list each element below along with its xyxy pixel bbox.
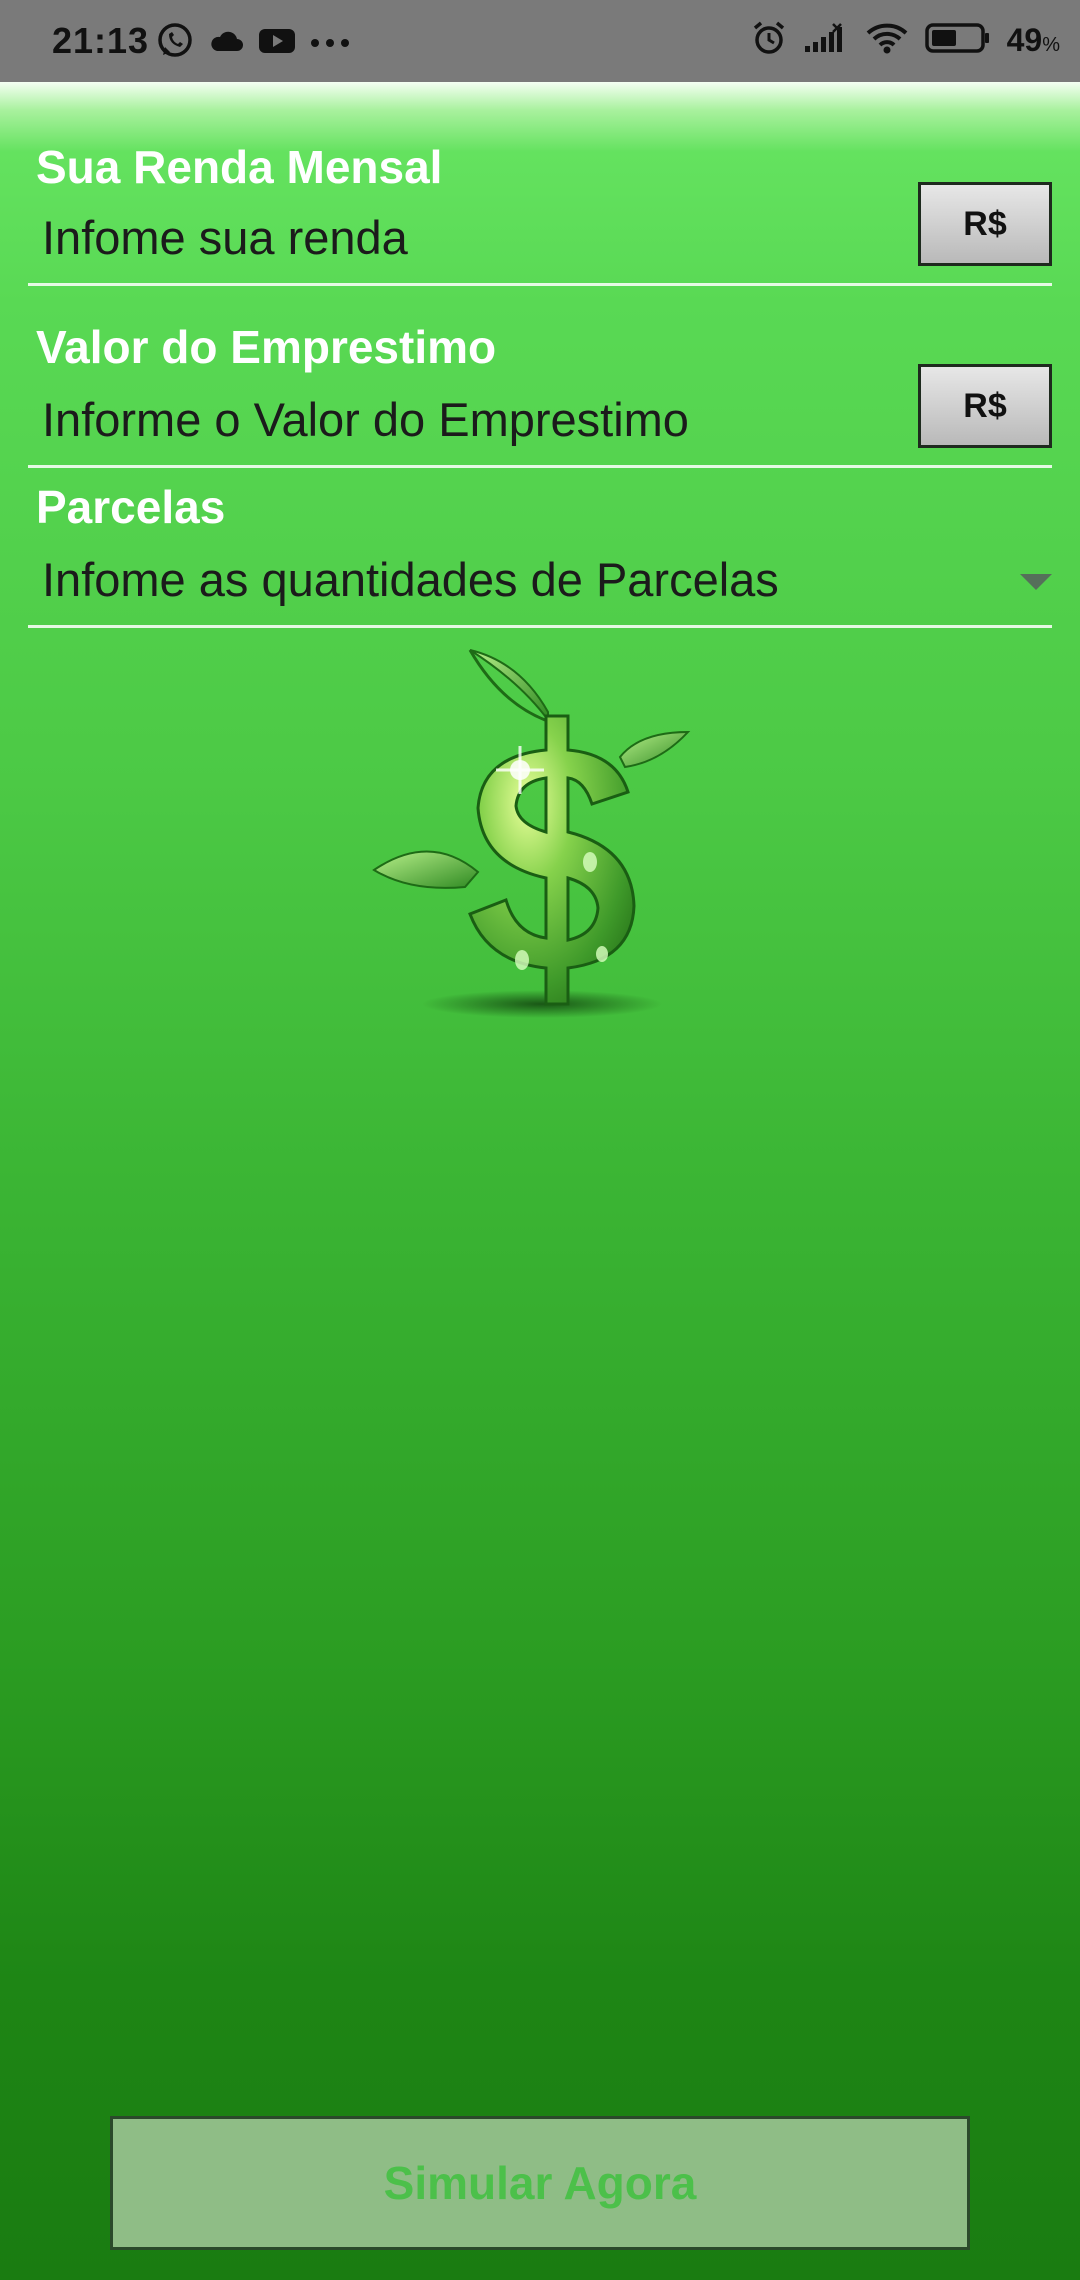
alarm-icon bbox=[751, 20, 787, 61]
wifi-icon bbox=[865, 21, 909, 60]
app-screen: 21:13 49% Sua Renda Mensal Infome sua re… bbox=[0, 0, 1080, 2280]
loan-simulator-form: Sua Renda Mensal Infome sua renda R$ Val… bbox=[0, 82, 1080, 2280]
status-bar: 21:13 49% bbox=[0, 0, 1080, 82]
renda-label: Sua Renda Mensal bbox=[36, 141, 443, 193]
emprestimo-underline bbox=[28, 465, 1052, 468]
renda-input[interactable]: Infome sua renda R$ bbox=[28, 182, 1052, 286]
status-time: 21:13 bbox=[52, 20, 150, 61]
battery-icon bbox=[924, 22, 991, 59]
emprestimo-label: Valor do Emprestimo bbox=[36, 321, 497, 373]
parcelas-label: Parcelas bbox=[36, 481, 226, 533]
cloud-icon bbox=[208, 27, 244, 60]
dropdown-arrow-icon bbox=[1020, 574, 1052, 590]
emprestimo-currency-button[interactable]: R$ bbox=[918, 364, 1052, 448]
more-dots-icon bbox=[310, 35, 350, 53]
renda-currency-button[interactable]: R$ bbox=[918, 182, 1052, 266]
dollar-plant-icon bbox=[370, 642, 700, 1032]
parcelas-spinner[interactable]: Infome as quantidades de Parcelas bbox=[28, 538, 1052, 628]
signal-icon bbox=[803, 22, 849, 59]
youtube-icon bbox=[258, 27, 296, 60]
renda-placeholder: Infome sua renda bbox=[42, 211, 408, 264]
parcelas-selected: Infome as quantidades de Parcelas bbox=[42, 553, 779, 606]
battery-percent: 49% bbox=[1006, 22, 1060, 58]
parcelas-underline bbox=[28, 625, 1052, 628]
emprestimo-placeholder: Informe o Valor do Emprestimo bbox=[42, 393, 689, 446]
notification-icons bbox=[156, 22, 350, 65]
system-icons: 49% bbox=[751, 20, 1060, 61]
whatsapp-icon bbox=[156, 22, 194, 65]
renda-underline bbox=[28, 283, 1052, 286]
simulate-button[interactable]: Simular Agora bbox=[110, 2116, 970, 2250]
emprestimo-input[interactable]: Informe o Valor do Emprestimo R$ bbox=[28, 364, 1052, 468]
